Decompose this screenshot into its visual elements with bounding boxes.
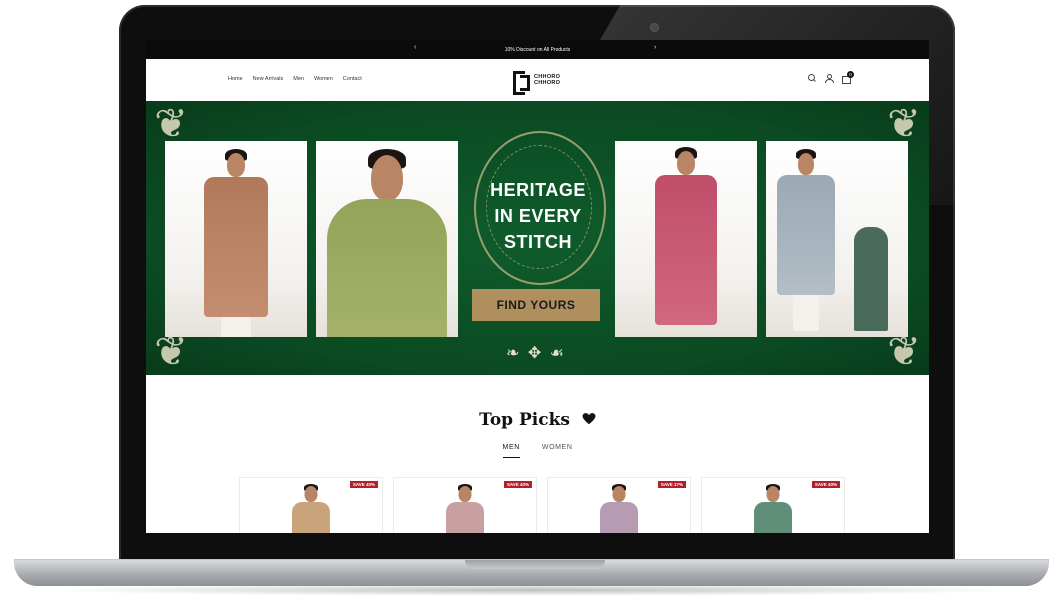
hero-title-line1: HERITAGE <box>490 180 586 200</box>
announcement-prev-icon[interactable]: ‹ <box>414 44 416 51</box>
model-legs <box>793 295 819 331</box>
flourish-ornament-icon: ❧ ✥ ☙ <box>505 345 567 362</box>
model-head <box>677 151 695 175</box>
product-card[interactable]: SAVE 40% <box>239 477 383 533</box>
find-yours-button[interactable]: FIND YOURS <box>472 289 600 321</box>
logo-line2: CHHORO <box>534 80 561 86</box>
hero-center: HERITAGE IN EVERY STITCH FIND YOURS <box>464 131 612 341</box>
model-kurta <box>777 175 835 295</box>
hero-banner: ❦ ❦ ❦ ❦ HERITAGE IN EVERY STITCH FIND YO… <box>146 101 929 375</box>
product-card[interactable]: SAVE 40% <box>393 477 537 533</box>
model-kurta <box>446 502 484 533</box>
announcement-next-icon[interactable]: › <box>654 44 656 51</box>
cart-count-badge: 0 <box>847 71 854 78</box>
product-card[interactable]: SAVE 40% <box>701 477 845 533</box>
account-icon[interactable] <box>824 73 834 83</box>
model-head <box>458 486 472 502</box>
model-head <box>612 486 626 502</box>
model-head <box>304 486 318 502</box>
hero-model-image <box>615 141 757 337</box>
search-icon[interactable] <box>807 73 817 83</box>
hero-model-image <box>766 141 908 337</box>
heart-icon <box>582 413 596 425</box>
model-kurta <box>327 199 447 337</box>
nav-item-contact[interactable]: Contact <box>343 76 362 82</box>
tab-women[interactable]: WOMEN <box>542 444 573 458</box>
hero-title: HERITAGE IN EVERY STITCH <box>464 177 612 255</box>
laptop-notch <box>465 560 605 569</box>
model-head <box>766 486 780 502</box>
chair-image <box>854 227 888 331</box>
camera-icon <box>651 24 658 31</box>
product-card[interactable]: SAVE 17% <box>547 477 691 533</box>
nav-item-men[interactable]: Men <box>293 76 304 82</box>
nav-item-women[interactable]: Women <box>314 76 333 82</box>
model-kurta <box>292 502 330 533</box>
product-grid: SAVE 40% SAVE 40% SAVE 17% SAVE 40% <box>239 477 845 533</box>
main-nav: Home New Arrivals Men Women Contact <box>228 76 362 82</box>
announcement-bar: ‹ 10% Discount on All Products › <box>146 40 929 59</box>
model-head <box>227 153 245 177</box>
hero-model-image <box>165 141 307 337</box>
top-picks-heading: Top Picks <box>146 410 929 430</box>
discount-badge: SAVE 40% <box>503 481 532 488</box>
site-header: Home New Arrivals Men Women Contact CHHO… <box>146 59 929 101</box>
top-picks-title: Top Picks <box>479 410 570 430</box>
nav-item-home[interactable]: Home <box>228 76 243 82</box>
model-head <box>798 153 814 175</box>
cart-icon[interactable]: 0 <box>841 71 854 84</box>
discount-badge: SAVE 40% <box>811 481 840 488</box>
model-head <box>371 155 403 201</box>
hero-title-line2: IN EVERY <box>494 206 582 226</box>
hero-model-image <box>316 141 458 337</box>
model-kurta <box>754 502 792 533</box>
model-legs <box>221 317 251 337</box>
logo-mark-icon <box>511 69 531 95</box>
discount-badge: SAVE 17% <box>657 481 686 488</box>
hero-title-line3: STITCH <box>504 232 572 252</box>
announcement-text: 10% Discount on All Products <box>504 46 571 53</box>
logo-text: CHHORO CHHORO <box>534 74 560 86</box>
brand-logo[interactable]: CHHORO CHHORO <box>511 68 567 95</box>
website-screen: ‹ 10% Discount on All Products › Home Ne… <box>146 40 929 533</box>
tab-men[interactable]: MEN <box>502 444 520 458</box>
discount-badge: SAVE 40% <box>349 481 378 488</box>
header-icons: 0 <box>807 71 854 84</box>
model-kurta <box>204 177 268 317</box>
model-kurta <box>655 175 717 325</box>
top-picks-tabs: MEN WOMEN <box>146 444 929 458</box>
nav-item-new-arrivals[interactable]: New Arrivals <box>253 76 284 82</box>
model-kurta <box>600 502 638 533</box>
